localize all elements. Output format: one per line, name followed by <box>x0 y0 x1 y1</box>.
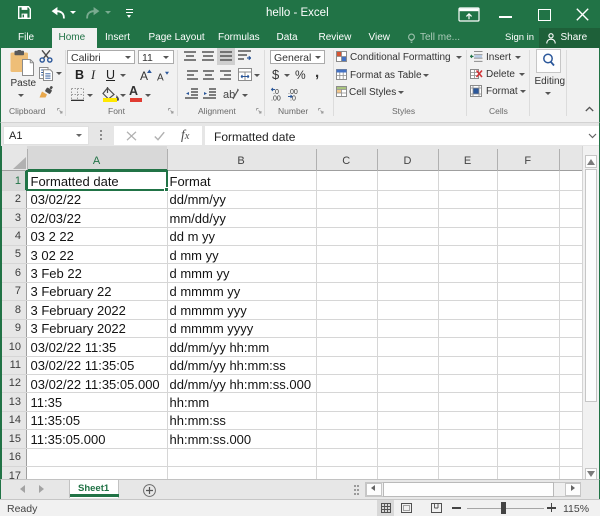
svg-text:.00: .00 <box>271 96 281 102</box>
svg-text:A: A <box>157 73 164 82</box>
svg-text:A: A <box>140 69 148 81</box>
